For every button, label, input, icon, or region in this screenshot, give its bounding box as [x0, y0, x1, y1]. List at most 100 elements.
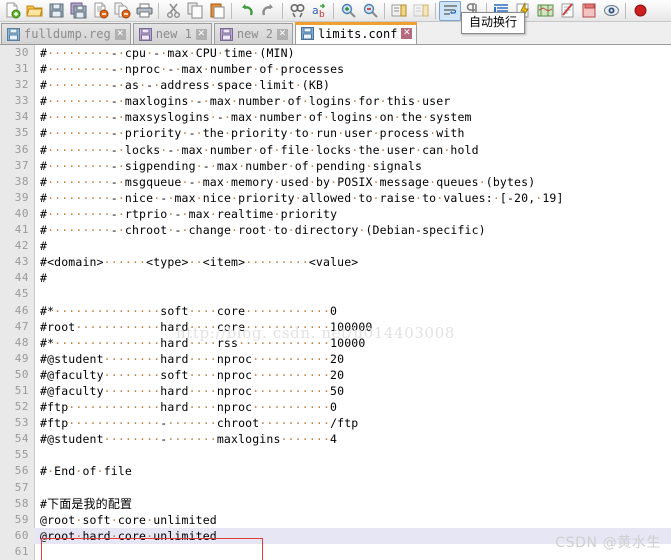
- line-text[interactable]: #@student········hard····nproc··········…: [34, 351, 671, 367]
- record-macro-icon[interactable]: [629, 1, 651, 21]
- editor-line[interactable]: 51 #@faculty········hard····nproc········…: [0, 383, 671, 399]
- line-text[interactable]: @root·hard·core·unlimited: [34, 527, 671, 544]
- editor-line[interactable]: 48 #*···············hard····rss··········…: [0, 335, 671, 351]
- find-icon[interactable]: [286, 1, 308, 21]
- editor-line[interactable]: 39 #·········-·nice·-·max·nice·priority·a…: [0, 190, 671, 206]
- line-text[interactable]: [34, 447, 671, 463]
- line-text[interactable]: #·········-·rtprio·-·max·realtime·priori…: [34, 206, 671, 222]
- line-text[interactable]: [34, 544, 671, 560]
- line-text[interactable]: #ftp·············hard····nproc··········…: [34, 399, 671, 415]
- text-run: -: [110, 46, 118, 60]
- line-text[interactable]: #@faculty········soft····nproc··········…: [34, 367, 671, 383]
- line-text[interactable]: #·········-·priority·-·the·priority·to·r…: [34, 125, 671, 141]
- line-text[interactable]: @root·soft·core·unlimited: [34, 512, 671, 528]
- editor-line[interactable]: 57: [0, 480, 671, 496]
- cut-icon[interactable]: [162, 1, 184, 21]
- line-text[interactable]: #·········-·sigpending·-·max·number·of·p…: [34, 158, 671, 174]
- editor-line[interactable]: 34 #·········-·maxsyslogins·-·max·number·…: [0, 109, 671, 125]
- editor-line[interactable]: 59 @root·soft·core·unlimited: [0, 512, 671, 528]
- editor-line[interactable]: 42 #: [0, 238, 671, 254]
- line-text[interactable]: #·········-·cpu·-·max·CPU·time·(MIN): [34, 45, 671, 61]
- editor-line[interactable]: 50 #@faculty········soft····nproc········…: [0, 367, 671, 383]
- tab-limits-conf[interactable]: limits.conf ✕: [294, 22, 418, 44]
- editor-line[interactable]: 33 #·········-·maxlogins·-·max·number·of·…: [0, 93, 671, 109]
- line-text[interactable]: #*···············soft····core···········…: [34, 303, 671, 319]
- line-text[interactable]: #·········-·chroot·-·change·root·to·dire…: [34, 222, 671, 238]
- editor-line[interactable]: 44 #: [0, 270, 671, 286]
- redo-icon[interactable]: [257, 1, 279, 21]
- editor-line[interactable]: 30 #·········-·cpu·-·max·CPU·time·(MIN): [0, 45, 671, 61]
- editor-line[interactable]: 54 #@student········-·······maxlogins····…: [0, 431, 671, 447]
- line-text[interactable]: #·········-·maxsyslogins·-·max·number·of…: [34, 109, 671, 125]
- copy-icon[interactable]: [184, 1, 206, 21]
- monitoring-icon[interactable]: [600, 1, 622, 21]
- zoom-out-icon[interactable]: [359, 1, 381, 21]
- folder-as-workspace-icon[interactable]: [578, 1, 600, 21]
- line-text[interactable]: #@student········-·······maxlogins······…: [34, 431, 671, 447]
- paste-icon[interactable]: [206, 1, 228, 21]
- line-text[interactable]: #·········-·nice·-·max·nice·priority·all…: [34, 190, 671, 206]
- editor-line[interactable]: 37 #·········-·sigpending·-·max·number·of…: [0, 158, 671, 174]
- tab-close-icon[interactable]: ✕: [195, 28, 207, 40]
- line-text[interactable]: #·········-·as·-·address·space·limit·(KB…: [34, 77, 671, 93]
- line-text[interactable]: #·········-·locks·-·max·number·of·file·l…: [34, 142, 671, 158]
- editor-line[interactable]: 52 #ftp·············hard····nproc········…: [0, 399, 671, 415]
- editor-line[interactable]: 35 #·········-·priority·-·the·priority·to…: [0, 125, 671, 141]
- line-text[interactable]: #: [34, 270, 671, 286]
- replace-icon[interactable]: ab: [308, 1, 330, 21]
- line-text[interactable]: [34, 480, 671, 496]
- line-text[interactable]: [34, 286, 671, 302]
- editor-line[interactable]: 43 #<domain>······<type>··<item>·········…: [0, 254, 671, 270]
- line-text[interactable]: #root············hard····core···········…: [34, 319, 671, 335]
- tab-new-2[interactable]: new 2 ✕: [213, 23, 293, 44]
- editor-line[interactable]: 60 @root·hard·core·unlimited: [0, 527, 671, 544]
- line-text[interactable]: #<domain>······<type>··<item>·········<v…: [34, 254, 671, 270]
- print-icon[interactable]: [133, 1, 155, 21]
- line-text[interactable]: #ftp·············-·······chroot·········…: [34, 415, 671, 431]
- line-text[interactable]: #下面是我的配置: [34, 496, 671, 512]
- function-list-icon[interactable]: [556, 1, 578, 21]
- editor-line[interactable]: 56 #·End·of·file: [0, 463, 671, 479]
- editor-line[interactable]: 61: [0, 544, 671, 560]
- text-editor-area[interactable]: 30 #·········-·cpu·-·max·CPU·time·(MIN) 31…: [0, 45, 671, 560]
- editor-line[interactable]: 58 #下面是我的配置: [0, 496, 671, 512]
- tab-close-icon[interactable]: ✕: [114, 28, 126, 40]
- line-text[interactable]: #·········-·maxlogins·-·max·number·of·lo…: [34, 93, 671, 109]
- tab-close-icon[interactable]: ✕: [401, 28, 413, 39]
- editor-line[interactable]: 53 #ftp·············-·······chroot·······…: [0, 415, 671, 431]
- editor-line[interactable]: 49 #@student········hard····nproc········…: [0, 351, 671, 367]
- close-file-icon[interactable]: [89, 1, 111, 21]
- save-icon[interactable]: [45, 1, 67, 21]
- code-content[interactable]: 30 #·········-·cpu·-·max·CPU·time·(MIN) 31…: [0, 45, 671, 560]
- editor-line[interactable]: 40 #·········-·rtprio·-·max·realtime·prio…: [0, 206, 671, 222]
- tab-fulldump-reg[interactable]: fulldump.reg ✕: [1, 23, 131, 44]
- sync-horizontal-scroll-icon[interactable]: [410, 1, 432, 21]
- editor-line[interactable]: 46 #*···············soft····core·········…: [0, 303, 671, 319]
- open-file-icon[interactable]: [23, 1, 45, 21]
- editor-line[interactable]: 41 #·········-·chroot·-·change·root·to·di…: [0, 222, 671, 238]
- line-text[interactable]: #@faculty········hard····nproc··········…: [34, 383, 671, 399]
- line-text[interactable]: #·········-·nproc·-·max·number·of·proces…: [34, 61, 671, 77]
- line-text[interactable]: #·········-·msgqueue·-·max·memory·used·b…: [34, 174, 671, 190]
- document-map-icon[interactable]: [534, 1, 556, 21]
- tab-new-1[interactable]: new 1 ✕: [132, 23, 212, 44]
- line-text[interactable]: #*···············hard····rss············…: [34, 335, 671, 351]
- editor-line[interactable]: 32 #·········-·as·-·address·space·limit·(…: [0, 77, 671, 93]
- sync-vertical-scroll-icon[interactable]: [388, 1, 410, 21]
- editor-line[interactable]: 47 #root············hard····core·········…: [0, 319, 671, 335]
- editor-line[interactable]: 36 #·········-·locks·-·max·number·of·file…: [0, 142, 671, 158]
- undo-icon[interactable]: [235, 1, 257, 21]
- tab-close-icon[interactable]: ✕: [276, 28, 288, 40]
- new-file-icon[interactable]: [1, 1, 23, 21]
- save-all-icon[interactable]: [67, 1, 89, 21]
- editor-line[interactable]: 38 #·········-·msgqueue·-·max·memory·used…: [0, 174, 671, 190]
- line-text[interactable]: #·End·of·file: [34, 463, 671, 479]
- editor-line[interactable]: 45: [0, 286, 671, 302]
- editor-line[interactable]: 31 #·········-·nproc·-·max·number·of·proc…: [0, 61, 671, 77]
- zoom-in-icon[interactable]: [337, 1, 359, 21]
- whitespace-dots: ·: [181, 223, 189, 238]
- line-text[interactable]: #: [34, 238, 671, 254]
- close-all-icon[interactable]: [111, 1, 133, 21]
- editor-line[interactable]: 55: [0, 447, 671, 463]
- word-wrap-icon[interactable]: [439, 0, 461, 21]
